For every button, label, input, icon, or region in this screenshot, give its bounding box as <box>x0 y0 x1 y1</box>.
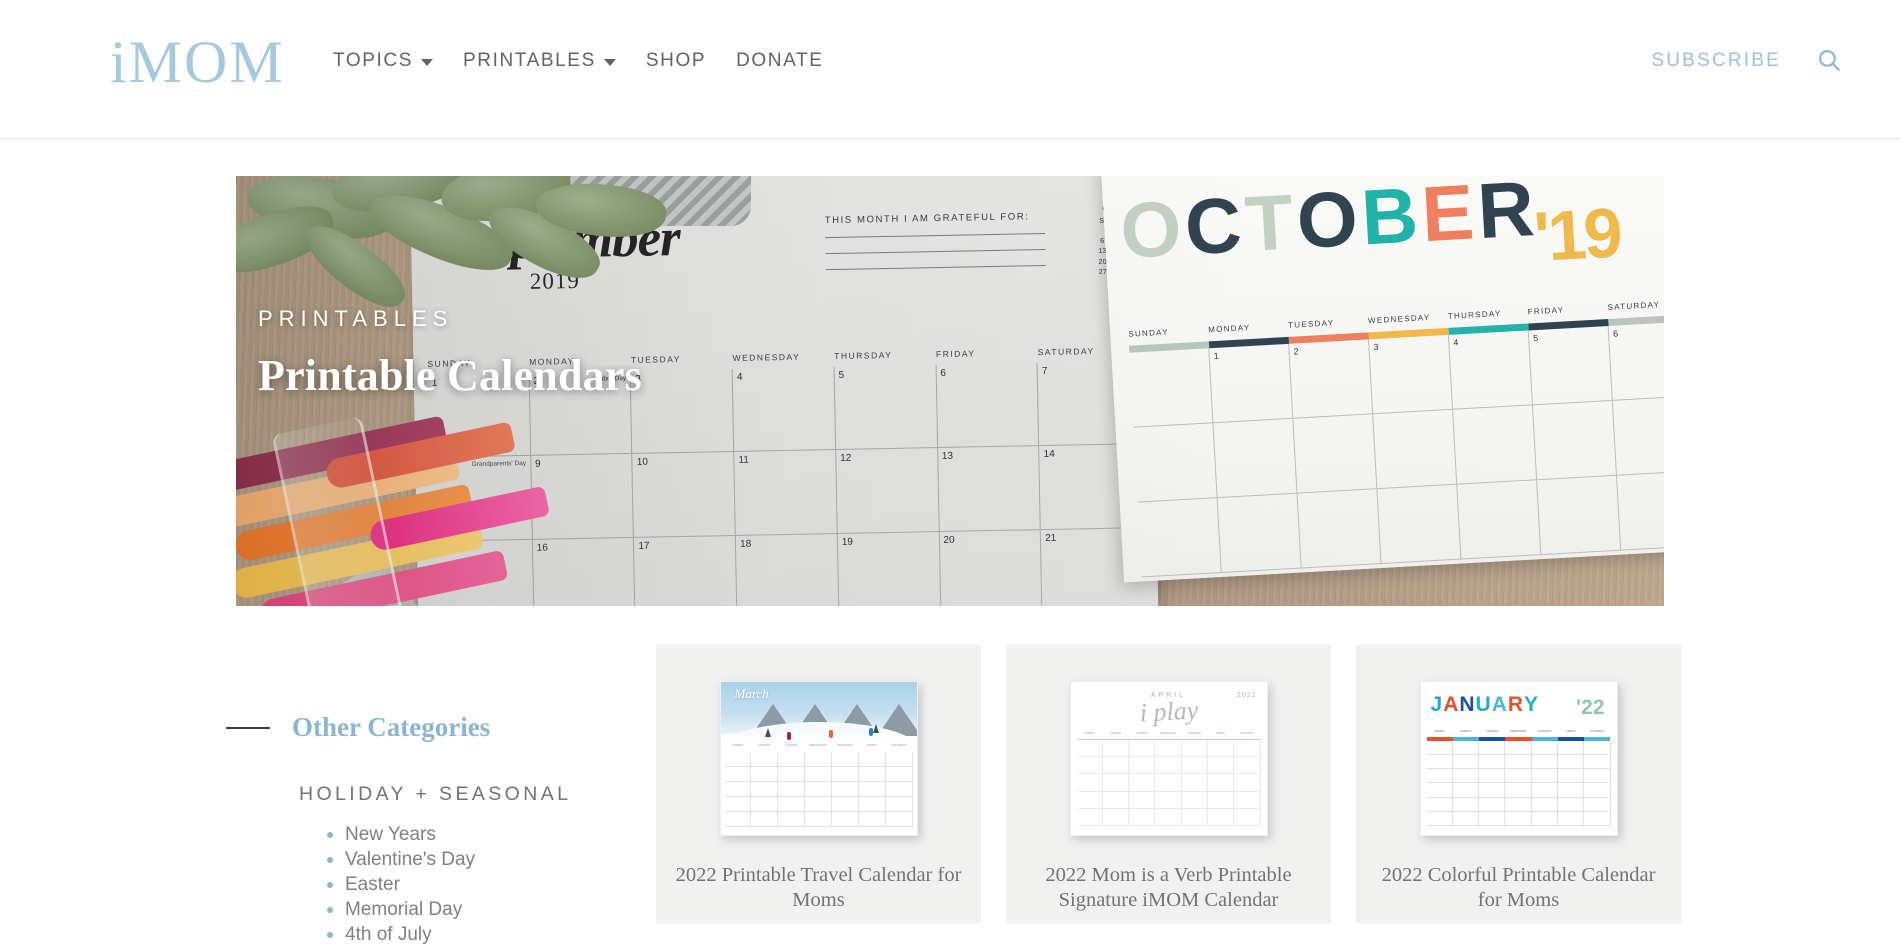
printable-card[interactable]: J A N U A R Y '22 SUNDAY MONDAY TUESDAY WED… <box>1356 645 1681 923</box>
category-item-easter[interactable]: Easter <box>323 873 626 897</box>
site-logo[interactable]: iMOM <box>110 32 285 92</box>
other-categories-header: Other Categories <box>226 712 626 743</box>
sidebar: Other Categories HOLIDAY + SEASONAL New … <box>226 712 626 948</box>
thumbnail-daynames: SUNDAY MONDAY TUESDAY WEDNESDAY THURSDAY FRID… <box>732 743 907 747</box>
tree-icon <box>764 727 771 737</box>
march-month-label: March <box>734 685 769 701</box>
category-item-4th-of-july[interactable]: 4th of July <box>323 923 626 947</box>
card-title[interactable]: 2022 Mom is a Verb Printable Signature i… <box>1024 863 1313 913</box>
skier-icon <box>868 727 873 736</box>
nav-label-shop: SHOP <box>645 50 707 71</box>
nav-label-printables: PRINTABLES <box>463 50 596 71</box>
subscribe-link[interactable]: SUBSCRIBE <box>1651 50 1781 72</box>
site-header: iMOM TOPICS PRINTABLES SHOP DONATE SUBSC… <box>0 0 1900 139</box>
colorful-calendar-thumbnail: J A N U A R Y '22 SUNDAY MONDAY TUESDAY WED… <box>1419 680 1618 836</box>
thumbnail-grid <box>724 751 913 827</box>
search-icon[interactable] <box>1817 48 1842 73</box>
card-title[interactable]: 2022 Printable Travel Calendar for Moms <box>674 863 963 913</box>
hero-title: Printable Calendars <box>258 351 642 400</box>
tree-icon <box>872 723 879 733</box>
year-label: '22 <box>1576 695 1605 719</box>
thumbnail-grid <box>1076 739 1261 827</box>
category-list: New Years Valentine's Day Easter Memoria… <box>323 823 626 947</box>
category-group-heading: HOLIDAY + SEASONAL <box>299 783 572 805</box>
travel-calendar-thumbnail: March SUNDAY MONDAY TUESDAY WEDNESDAY THURSD… <box>719 680 918 836</box>
printable-card-grid: March SUNDAY MONDAY TUESDAY WEDNESDAY THURSD… <box>656 645 1681 923</box>
thumbnail-grid <box>1426 740 1611 827</box>
chevron-down-icon <box>603 59 616 66</box>
nav-item-donate[interactable]: DONATE <box>736 50 823 72</box>
printable-card[interactable]: March SUNDAY MONDAY TUESDAY WEDNESDAY THURSD… <box>656 645 981 923</box>
nav-label-donate: DONATE <box>736 50 824 71</box>
chevron-down-icon <box>421 59 433 66</box>
hero-kicker: PRINTABLES <box>258 306 454 331</box>
january-title-letters: J A N U A R Y <box>1430 692 1539 716</box>
card-thumbnail-wrap: March SUNDAY MONDAY TUESDAY WEDNESDAY THURSD… <box>656 678 981 838</box>
printable-card[interactable]: APRIL i play 2022 SUNDAY MONDAY TUESDAY WED… <box>1006 645 1331 923</box>
heading-rule-icon <box>226 726 270 729</box>
card-title[interactable]: 2022 Colorful Printable Calendar for Mom… <box>1374 863 1663 913</box>
card-thumbnail-wrap: APRIL i play 2022 SUNDAY MONDAY TUESDAY WED… <box>1006 678 1331 838</box>
hero-banner[interactable]: September 2019 THIS MONTH I AM GRATEFUL … <box>236 176 1664 606</box>
category-item-valentines-day[interactable]: Valentine's Day <box>323 848 626 872</box>
year-label: 2022 <box>1236 691 1257 699</box>
thumbnail-daynames: SUNDAY MONDAY TUESDAY WEDNESDAY THURSDAY FRID… <box>1076 732 1261 740</box>
nav-label-topics: TOPICS <box>333 50 413 71</box>
header-actions: SUBSCRIBE <box>1651 48 1842 73</box>
other-categories-title: Other Categories <box>292 712 491 742</box>
thumbnail-daynames: SUNDAY MONDAY TUESDAY WEDNESDAY THURSDAY FRID… <box>1434 729 1605 733</box>
nav-item-printables[interactable]: PRINTABLES <box>463 50 616 72</box>
card-thumbnail-wrap: J A N U A R Y '22 SUNDAY MONDAY TUESDAY WED… <box>1356 678 1681 838</box>
iplay-script-label: i play <box>1138 694 1199 728</box>
nav-item-shop[interactable]: SHOP <box>646 50 706 72</box>
nav-item-topics[interactable]: TOPICS <box>333 50 433 72</box>
iplay-calendar-thumbnail: APRIL i play 2022 SUNDAY MONDAY TUESDAY WED… <box>1069 680 1268 836</box>
category-item-new-years[interactable]: New Years <box>323 823 626 847</box>
skier-icon <box>786 731 791 740</box>
category-item-memorial-day[interactable]: Memorial Day <box>323 898 626 922</box>
hero-text-block: PRINTABLES Printable Calendars <box>258 306 642 401</box>
skier-icon <box>828 729 833 738</box>
primary-navigation: TOPICS PRINTABLES SHOP DONATE <box>333 50 823 72</box>
